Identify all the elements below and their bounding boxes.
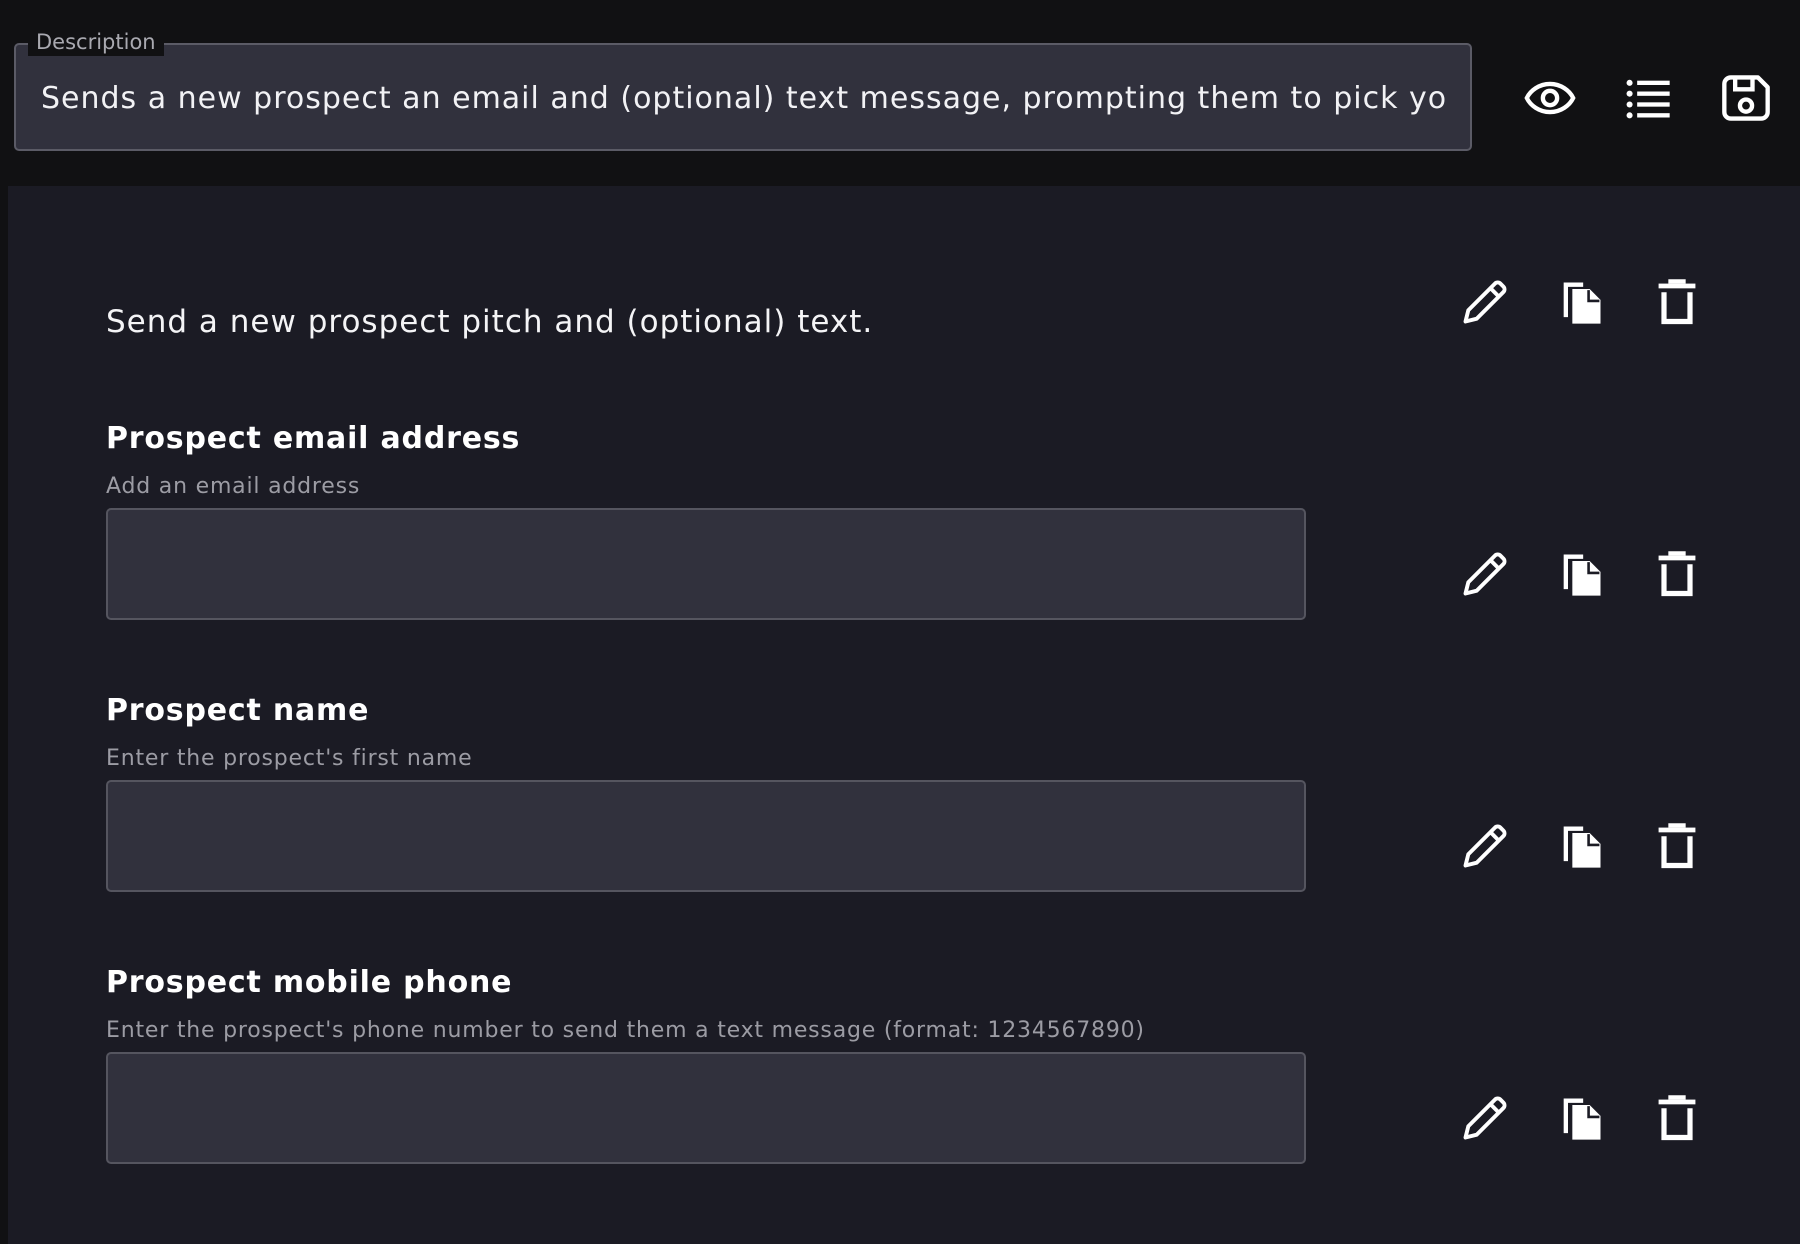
phone-input[interactable]	[106, 1052, 1306, 1164]
eye-icon	[1524, 81, 1576, 115]
name-input[interactable]	[106, 780, 1306, 892]
field-help-name: Enter the prospect's first name	[106, 746, 473, 771]
delete-button[interactable]	[1647, 818, 1707, 874]
copy-icon	[1563, 282, 1601, 324]
email-input[interactable]	[106, 508, 1306, 620]
edit-button[interactable]	[1455, 1090, 1515, 1146]
duplicate-button[interactable]	[1551, 546, 1611, 602]
preview-button[interactable]	[1522, 70, 1578, 126]
list-view-button[interactable]	[1620, 70, 1676, 126]
list-icon	[1626, 79, 1670, 119]
edit-button[interactable]	[1455, 818, 1515, 874]
pencil-icon	[1463, 280, 1507, 324]
copy-icon	[1563, 554, 1601, 596]
description-value[interactable]: Sends a new prospect an email and (optio…	[41, 77, 1448, 121]
field-help-phone: Enter the prospect's phone number to sen…	[106, 1018, 1145, 1043]
field-label-email: Prospect email address	[106, 421, 521, 456]
edit-button[interactable]	[1455, 274, 1515, 330]
delete-button[interactable]	[1647, 1090, 1707, 1146]
duplicate-button[interactable]	[1551, 818, 1611, 874]
trash-icon	[1658, 551, 1696, 597]
pencil-icon	[1463, 824, 1507, 868]
trash-icon	[1658, 1095, 1696, 1141]
row-actions-intro	[1455, 274, 1755, 330]
copy-icon	[1563, 1098, 1601, 1140]
intro-text: Send a new prospect pitch and (optional)…	[106, 304, 874, 340]
trash-icon	[1658, 823, 1696, 869]
copy-icon	[1563, 826, 1601, 868]
description-label: Description	[28, 28, 164, 56]
duplicate-button[interactable]	[1551, 1090, 1611, 1146]
row-actions-phone	[1455, 1090, 1755, 1146]
field-label-phone: Prospect mobile phone	[106, 965, 513, 1000]
save-button[interactable]	[1718, 70, 1774, 126]
row-actions-email	[1455, 546, 1755, 602]
field-label-name: Prospect name	[106, 693, 370, 728]
pencil-icon	[1463, 552, 1507, 596]
save-icon	[1722, 75, 1770, 121]
trash-icon	[1658, 279, 1696, 325]
delete-button[interactable]	[1647, 546, 1707, 602]
pencil-icon	[1463, 1096, 1507, 1140]
delete-button[interactable]	[1647, 274, 1707, 330]
field-help-email: Add an email address	[106, 474, 361, 499]
duplicate-button[interactable]	[1551, 274, 1611, 330]
edit-button[interactable]	[1455, 546, 1515, 602]
row-actions-name	[1455, 818, 1755, 874]
